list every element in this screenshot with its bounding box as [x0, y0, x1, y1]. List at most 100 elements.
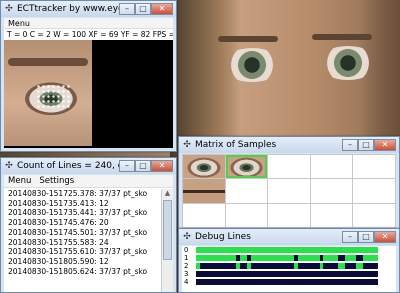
sample-cell[interactable] [352, 178, 396, 204]
menu-item-settings[interactable]: Settings [39, 175, 74, 187]
debug-segment [323, 255, 338, 261]
matrix-of-samples-window[interactable]: ✣ Matrix of Samples – □ ✕ [178, 136, 400, 232]
log-scrollbar[interactable]: ▲ [161, 189, 173, 292]
count-client-area: Menu Settings 20140830-151725.378: 37/37… [4, 175, 173, 292]
sample-cell[interactable] [182, 153, 226, 180]
debug-track [196, 279, 378, 285]
sample-cell[interactable] [224, 178, 269, 204]
debug-row: 4 [182, 278, 396, 286]
log-line: 20140830-151755.583: 24 [8, 237, 109, 247]
close-button[interactable]: ✕ [151, 160, 173, 172]
menu-item-menu[interactable]: Menu [8, 175, 31, 187]
sample-cell[interactable] [182, 202, 226, 229]
debug-row: 1 [182, 254, 396, 262]
debug-client-area: 0 1 2 3 4 [182, 246, 396, 292]
log-line: 20140830-151735.413: 12 [8, 198, 109, 208]
debug-row: 0 [182, 246, 396, 254]
maximize-button[interactable]: □ [135, 160, 151, 172]
log-list[interactable]: 20140830-151725.378: 37/37 pt_sko 201408… [4, 189, 161, 292]
debug-segment [196, 247, 378, 253]
sample-cell[interactable] [352, 202, 396, 229]
debug-row-label: 0 [184, 246, 189, 254]
debug-segment [246, 263, 251, 269]
left-eyebrow [218, 36, 278, 42]
camera-eyebrow [8, 58, 88, 66]
debug-row-label: 4 [184, 278, 189, 286]
close-button[interactable]: ✕ [374, 139, 396, 151]
log-line: 20140830-151805.590: 12 [8, 256, 109, 266]
count-titlebar[interactable]: ✣ Count of Lines = 240, cou... – □ ✕ [1, 158, 176, 174]
sample-cell[interactable] [267, 178, 311, 204]
log-line: 20140830-151805.624: 37/37 pt_sko [8, 266, 148, 276]
sample-cell[interactable] [267, 202, 311, 229]
sample-eye-image-selected [225, 155, 268, 179]
sample-cell[interactable] [182, 178, 226, 204]
app-icon: ✣ [5, 161, 13, 171]
app-icon: ✣ [5, 4, 13, 14]
scroll-up-arrow-icon[interactable]: ▲ [162, 189, 173, 199]
tracker-status-line: T = 0 C = 2 W = 100 XF = 69 YF = 82 FPS … [4, 29, 173, 40]
maximize-button[interactable]: □ [135, 3, 151, 15]
debug-track [196, 255, 378, 261]
count-of-lines-window[interactable]: ✣ Count of Lines = 240, cou... – □ ✕ Men… [0, 157, 177, 293]
sample-eye-image [183, 155, 225, 179]
log-line: 20140830-151745.501: 37/37 pt_sko [8, 227, 148, 237]
scroll-thumb[interactable] [163, 200, 172, 260]
debug-row: 3 [182, 270, 396, 278]
sample-cell[interactable] [309, 178, 354, 204]
debug-segment [356, 263, 364, 269]
sample-cell[interactable] [309, 153, 354, 180]
ect-client-area: Menu T = 0 C = 2 W = 100 XF = 69 YF = 82… [4, 18, 173, 148]
matrix-window-title: Matrix of Samples [195, 140, 277, 150]
debug-window-title: Debug Lines [195, 232, 251, 242]
debug-segment [294, 263, 298, 269]
maximize-button[interactable]: □ [358, 139, 374, 151]
sample-cell[interactable] [224, 153, 269, 180]
close-button[interactable]: ✕ [151, 3, 173, 15]
minimize-button[interactable]: – [119, 3, 135, 15]
debug-segment [196, 255, 237, 261]
sample-cell[interactable] [352, 153, 396, 180]
sample-cell[interactable] [267, 153, 311, 180]
minimize-button[interactable]: – [342, 231, 358, 243]
app-icon: ✣ [183, 232, 191, 242]
ect-window-title: ECTtracker by www.eyeco... [17, 4, 119, 14]
debug-row-label: 3 [184, 270, 189, 278]
left-eye [222, 48, 282, 82]
app-icon: ✣ [183, 140, 191, 150]
minimize-button[interactable]: – [119, 160, 135, 172]
eye-camera-view [4, 40, 92, 146]
debug-segment [236, 263, 240, 269]
debug-titlebar[interactable]: ✣ Debug Lines – □ ✕ [179, 229, 399, 245]
debug-track [196, 263, 378, 269]
ect-menubar: Menu [4, 18, 173, 29]
tracking-points-overlay [36, 84, 72, 110]
debug-segment [337, 263, 346, 269]
debug-segment [363, 255, 378, 261]
debug-lines-window[interactable]: ✣ Debug Lines – □ ✕ 0 1 2 3 4 [178, 228, 400, 293]
matrix-titlebar[interactable]: ✣ Matrix of Samples – □ ✕ [179, 137, 399, 153]
debug-segment [196, 263, 200, 269]
menu-item-menu[interactable]: Menu [8, 18, 30, 28]
right-eye [318, 46, 378, 80]
matrix-client-area [182, 153, 396, 229]
debug-row-label: 1 [184, 254, 189, 262]
sample-cell[interactable] [309, 202, 354, 229]
debug-segment [250, 255, 295, 261]
sample-closed-eye-image [183, 179, 225, 203]
debug-segment [319, 263, 324, 269]
close-button[interactable]: ✕ [374, 231, 396, 243]
sample-cell[interactable] [224, 202, 269, 229]
count-window-title: Count of Lines = 240, cou... [17, 161, 119, 171]
log-line: 20140830-151755.610: 37/37 pt_sko [8, 247, 148, 257]
ect-tracker-window[interactable]: ✣ ECTtracker by www.eyeco... – □ ✕ Menu … [0, 0, 177, 152]
log-line: 20140830-151725.378: 37/37 pt_sko [8, 189, 148, 198]
samples-grid [182, 153, 396, 229]
debug-track [196, 271, 378, 277]
maximize-button[interactable]: □ [358, 231, 374, 243]
minimize-button[interactable]: – [342, 139, 358, 151]
ect-titlebar[interactable]: ✣ ECTtracker by www.eyeco... – □ ✕ [1, 1, 176, 17]
log-line: 20140830-151745.476: 20 [8, 218, 109, 228]
count-menubar: Menu Settings [4, 175, 173, 188]
debug-segment [239, 255, 247, 261]
